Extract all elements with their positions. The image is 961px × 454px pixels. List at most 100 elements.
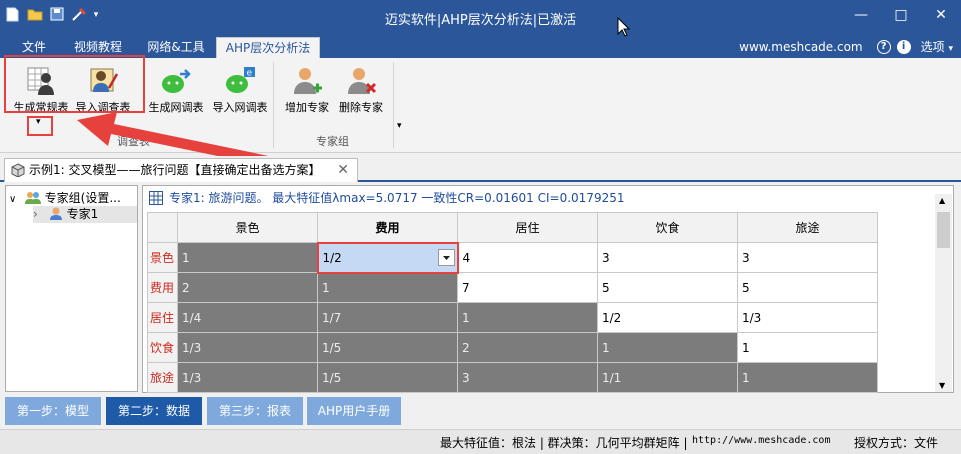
user-icon: [49, 207, 62, 220]
matrix-cell[interactable]: 3: [737, 242, 878, 273]
matrix-cell: 1: [737, 362, 878, 393]
model-cube-icon: [11, 163, 25, 177]
title-bar: ▾ 迈实软件|AHP层次分析法|已激活 — □ ✕: [0, 0, 961, 34]
status-method: 最大特征值：根法 | 群决策：几何平均群矩阵 |: [440, 436, 688, 450]
add-expert-button[interactable]: 增加专家: [276, 64, 338, 114]
ribbon-options-chevron-icon[interactable]: ▾: [397, 121, 402, 131]
tree-node-expert-1[interactable]: › 专家1: [33, 206, 137, 223]
collapse-chevron-icon[interactable]: ∨: [9, 191, 21, 208]
header-row: 景色 费用 居住 饮食 旅途: [147, 212, 878, 243]
matrix-cell[interactable]: 4: [457, 242, 598, 273]
row-header: 景色: [147, 242, 178, 273]
scroll-down-arrow-icon[interactable]: ▼: [939, 381, 945, 390]
website-link[interactable]: www.meshcade.com: [739, 40, 862, 54]
delete-expert-button[interactable]: 删除专家: [330, 64, 392, 114]
table-row: 景色 1 1/2 4 3 3: [147, 241, 878, 274]
matrix-cell: 3: [457, 362, 598, 393]
window-title: 迈实软件|AHP层次分析法|已激活: [384, 13, 577, 28]
close-tab-icon[interactable]: ✕: [337, 159, 349, 181]
chevron-down-icon: ▾: [948, 44, 953, 54]
table-row: 居住 1/4 1/7 1 1/2 1/3: [147, 302, 878, 333]
step1-model-button[interactable]: 第一步：模型: [5, 397, 101, 425]
info-icon[interactable]: i: [896, 39, 911, 54]
document-tab[interactable]: 示例1: 交叉模型——旅行问题【直接确定出备选方案】 ✕: [4, 158, 358, 182]
expert-tree: ∨ 专家组(设置... › 专家1: [5, 185, 138, 392]
matrix-cell[interactable]: 1/2: [597, 302, 738, 333]
matrix-cell: 1/1: [597, 362, 738, 393]
highlight-box: [4, 55, 145, 113]
status-license: 授权方式：文件: [854, 436, 939, 450]
matrix-cell: 1/5: [317, 362, 458, 393]
matrix-cell-selected[interactable]: 1/2: [316, 241, 459, 274]
users-group-icon: [24, 192, 41, 204]
expand-chevron-icon[interactable]: ›: [33, 206, 45, 223]
grid-info-header: 专家1: 旅游问题。 最大特征值λmax=5.0717 一致性CR=0.0160…: [143, 186, 953, 210]
matrix-cell: 1: [317, 272, 458, 303]
column-header: 费用: [317, 212, 458, 243]
status-bar: 最大特征值：根法 | 群决策：几何平均群矩阵 | http://www.mesh…: [0, 429, 961, 454]
matrix-cell: 1/5: [317, 332, 458, 363]
matrix-cell: 1: [597, 332, 738, 363]
document-tab-title: 示例1: 交叉模型——旅行问题【直接确定出备选方案】: [29, 163, 321, 177]
column-header: 居住: [457, 212, 598, 243]
svg-text:e: e: [247, 69, 253, 79]
table-row: 旅途 1/3 1/5 3 1/1 1: [147, 362, 878, 393]
generate-web-survey-button[interactable]: 生成网调表: [145, 64, 207, 114]
header-right: www.meshcade.com ? i 选项 ▾: [739, 38, 953, 55]
step2-data-button[interactable]: 第二步：数据: [106, 397, 202, 425]
grid-info-text: 专家1: 旅游问题。 最大特征值λmax=5.0717 一致性CR=0.0160…: [169, 191, 625, 205]
matrix-cell[interactable]: 3: [597, 242, 738, 273]
matrix-cell: 2: [177, 272, 318, 303]
options-menu[interactable]: 选项 ▾: [921, 38, 953, 55]
row-header: 居住: [147, 302, 178, 333]
grid-table-icon: [149, 191, 163, 205]
status-url[interactable]: http://www.meshcade.com: [692, 435, 830, 446]
tree-node-expert-group[interactable]: ∨ 专家组(设置...: [9, 190, 121, 207]
matrix-cell[interactable]: 1/3: [737, 302, 878, 333]
options-label: 选项: [920, 40, 945, 54]
maximize-button[interactable]: □: [881, 0, 921, 30]
matrix-cell: 1/7: [317, 302, 458, 333]
vertical-scrollbar[interactable]: ▲ ▼: [935, 194, 952, 392]
tab-network-tools[interactable]: 网络&工具: [140, 37, 212, 58]
cell-value: 1/2: [322, 250, 342, 265]
window-controls: — □ ✕: [841, 0, 961, 30]
close-button[interactable]: ✕: [921, 0, 961, 30]
column-header: 旅途: [737, 212, 878, 243]
row-header: 费用: [147, 272, 178, 303]
minimize-button[interactable]: —: [841, 0, 881, 30]
user-manual-button[interactable]: AHP用户手册: [307, 397, 401, 425]
scroll-up-arrow-icon[interactable]: ▲: [939, 196, 945, 205]
matrix-cell[interactable]: 7: [457, 272, 598, 303]
table-row: 费用 2 1 7 5 5: [147, 272, 878, 303]
matrix-cell: 1/4: [177, 302, 318, 333]
chevron-down-icon: [442, 255, 450, 260]
mouse-cursor-icon: [617, 17, 631, 37]
add-user-icon: [291, 64, 323, 96]
column-header: 景色: [177, 212, 318, 243]
tree-node-label: 专家1: [66, 207, 99, 221]
document-tab-bar: 示例1: 交叉模型——旅行问题【直接确定出备选方案】 ✕: [0, 156, 961, 182]
wechat-export-icon: [160, 64, 192, 96]
matrix-cell: 1/3: [177, 332, 318, 363]
tab-ahp[interactable]: AHP层次分析法: [216, 37, 320, 58]
row-header: 饮食: [147, 332, 178, 363]
cell-dropdown-button[interactable]: [437, 248, 455, 266]
matrix-cell[interactable]: 5: [597, 272, 738, 303]
matrix-cell[interactable]: 5: [737, 272, 878, 303]
table-row: 饮食 1/3 1/5 2 1 1: [147, 332, 878, 363]
step3-report-button[interactable]: 第三步：报表: [207, 397, 303, 425]
comparison-grid-panel: 专家1: 旅游问题。 最大特征值λmax=5.0717 一致性CR=0.0160…: [142, 185, 954, 393]
comparison-matrix: 景色 费用 居住 饮食 旅途 景色 1 1/2 4 3 3 费用 2 1 7 5: [147, 212, 878, 393]
corner-cell: [147, 212, 178, 243]
matrix-cell[interactable]: 1: [737, 332, 878, 363]
ribbon-separator: [393, 62, 394, 148]
column-header: 饮食: [597, 212, 738, 243]
matrix-cell: 2: [457, 332, 598, 363]
import-web-survey-button[interactable]: e 导入网调表: [209, 64, 271, 114]
wechat-import-icon: e: [224, 64, 256, 96]
remove-user-icon: [345, 64, 377, 96]
matrix-cell: 1/3: [177, 362, 318, 393]
help-icon[interactable]: ?: [876, 39, 891, 54]
scroll-thumb[interactable]: [937, 212, 950, 248]
